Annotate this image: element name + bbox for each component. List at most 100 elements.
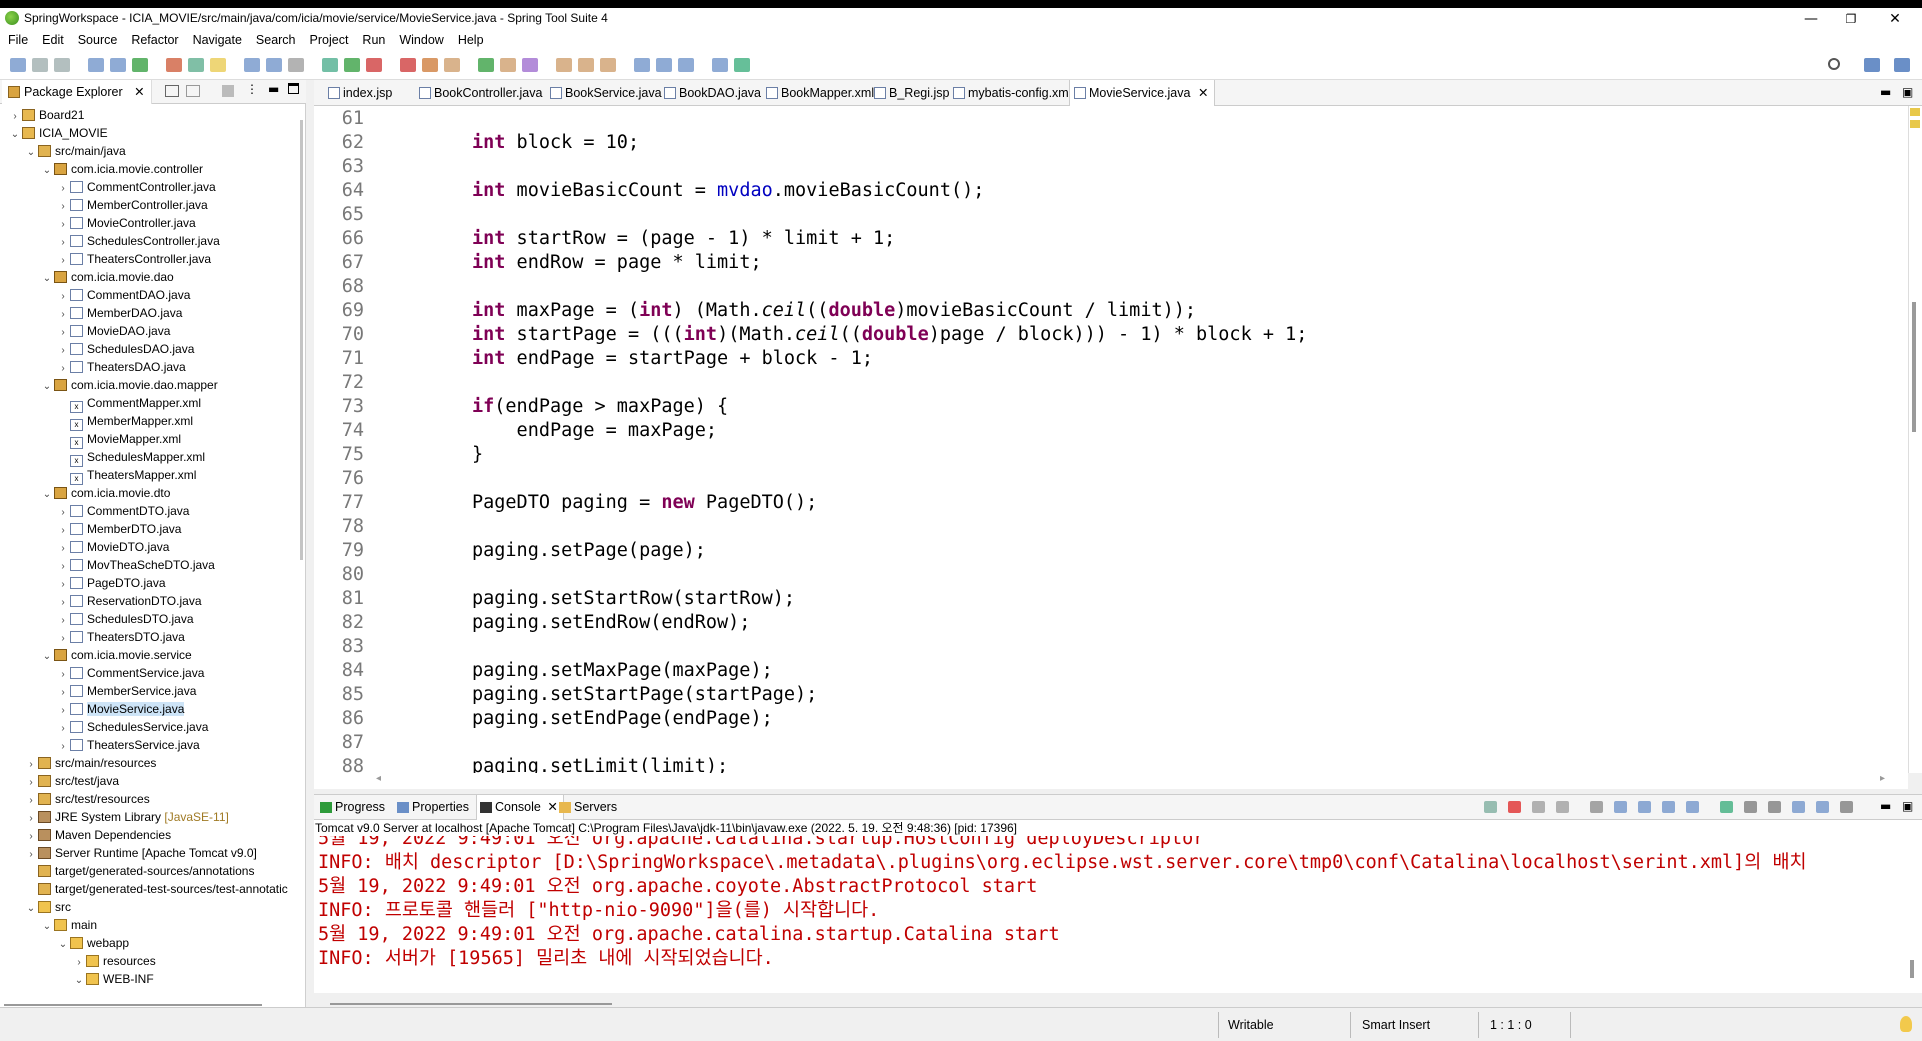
back-icon[interactable] (656, 58, 672, 72)
tree-item[interactable]: › Maven Dependencies (24, 826, 171, 844)
external-tools-icon[interactable] (400, 58, 416, 72)
block-selection-icon[interactable] (244, 58, 260, 72)
editor-tab[interactable]: B_Regi.jsp (870, 80, 949, 106)
tree-item[interactable]: › SchedulesController.java (56, 232, 219, 250)
display-console-icon[interactable] (1744, 801, 1757, 813)
open-type-icon[interactable] (500, 58, 516, 72)
tree-item[interactable]: › src/test/resources (24, 790, 149, 808)
tree-item[interactable]: x SchedulesMapper.xml (56, 448, 205, 467)
tree-item[interactable]: › Server Runtime [Apache Tomcat v9.0] (24, 844, 257, 862)
minimize-view-icon[interactable]: ▬ (1880, 799, 1891, 813)
status-insert-mode[interactable]: Smart Insert (1362, 1018, 1430, 1032)
tree-item[interactable]: › ReservationDTO.java (56, 592, 201, 610)
tree-item[interactable]: › CommentController.java (56, 178, 215, 196)
console-output[interactable]: 5월 19, 2022 9:49:01 오전 org.apache.catali… (314, 836, 1908, 993)
code-line[interactable]: int startRow = (page - 1) * limit + 1; (472, 228, 895, 249)
minimize-button[interactable]: — (1796, 10, 1826, 30)
expanded-chevron-icon[interactable]: ⌄ (40, 486, 54, 504)
coverage-icon[interactable] (188, 58, 204, 72)
pin-editor-icon[interactable] (712, 58, 728, 72)
minimize-view-icon[interactable]: ▬ (1880, 85, 1891, 99)
close-icon[interactable]: ✕ (1198, 80, 1208, 106)
search-icon[interactable] (322, 58, 338, 72)
bottom-panel-tab[interactable]: Progress (317, 795, 385, 820)
bottom-panel-tab[interactable]: Console ✕ (476, 795, 564, 820)
lightbulb-icon[interactable] (1900, 1016, 1912, 1032)
menu-file[interactable]: File (0, 30, 34, 50)
save-icon[interactable] (32, 58, 48, 72)
menu-edit[interactable]: Edit (34, 30, 70, 50)
refresh-icon[interactable] (1484, 801, 1497, 813)
show-whitespace-icon[interactable] (266, 58, 282, 72)
console-horizontal-scrollbar[interactable] (330, 1003, 612, 1005)
code-line[interactable]: int block = 10; (472, 132, 639, 153)
tree-item[interactable]: › src/test/java (24, 772, 119, 790)
stop-icon[interactable] (366, 58, 382, 72)
code-line[interactable]: endPage = maxPage; (472, 420, 718, 441)
pin-console-icon[interactable] (1720, 801, 1733, 813)
code-line[interactable]: paging.setStartRow(startRow); (472, 588, 795, 609)
code-editor[interactable]: 61 62 int block = 10; 63 64 int movieBasicCou… (314, 106, 1908, 773)
code-line[interactable]: paging.setStartPage(startPage); (472, 684, 817, 705)
search-icon[interactable] (1828, 58, 1840, 70)
maximize-view-icon[interactable] (288, 83, 299, 94)
new-icon[interactable] (10, 58, 26, 72)
tree-item[interactable]: › TheatersDTO.java (56, 628, 185, 646)
tree-item[interactable]: › MovieController.java (56, 214, 195, 232)
expanded-chevron-icon[interactable]: ⌄ (40, 648, 54, 666)
open-perspective-icon[interactable] (1864, 58, 1880, 72)
next-annotation-icon[interactable] (578, 58, 594, 72)
code-line[interactable]: int startPage = (((int)(Math.ceil((doubl… (472, 324, 1307, 345)
code-line[interactable]: int movieBasicCount = mvdao.movieBasicCo… (472, 180, 984, 201)
remove-all-icon[interactable] (1556, 801, 1569, 813)
minimize-view-icon[interactable]: ▬ (268, 82, 279, 96)
code-line[interactable]: paging.setPage(page); (472, 540, 706, 561)
toggle-mark-icon[interactable] (210, 58, 226, 72)
open-console-icon[interactable] (88, 58, 104, 72)
tree-item[interactable]: › CommentService.java (56, 664, 204, 682)
new-package-icon[interactable] (444, 58, 460, 72)
tree-item[interactable]: › MemberService.java (56, 682, 196, 700)
editor-tab[interactable]: index.jsp (324, 80, 392, 106)
tree-item[interactable]: › MemberDAO.java (56, 304, 182, 322)
menu-help[interactable]: Help (450, 30, 490, 50)
editor-tab[interactable]: BookDAO.java (660, 80, 761, 106)
new-java-project-icon[interactable] (422, 58, 438, 72)
code-line[interactable]: int endPage = startPage + block - 1; (472, 348, 873, 369)
search-dropdown-icon[interactable] (556, 58, 572, 72)
tree-item[interactable]: ⌄ com.icia.movie.service (40, 646, 192, 664)
expanded-chevron-icon[interactable]: ⌄ (40, 162, 54, 180)
editor-tab[interactable]: mybatis-config.xml (949, 80, 1072, 106)
show-stdout-icon[interactable] (1662, 801, 1675, 813)
bottom-panel-tab[interactable]: Properties (394, 795, 469, 820)
warning-marker-icon[interactable] (1910, 108, 1920, 116)
tree-item[interactable]: ⌄ com.icia.movie.dto (40, 484, 171, 504)
show-stderr-icon[interactable] (1686, 801, 1699, 813)
tree-item[interactable]: ⌄ com.icia.movie.dao (40, 268, 174, 286)
maximize-view-icon[interactable]: ▣ (1902, 799, 1913, 813)
scroll-left-icon[interactable]: ◂ (376, 773, 381, 784)
clear-console-icon[interactable] (1590, 801, 1603, 813)
copy-icon[interactable] (1792, 801, 1805, 813)
expanded-chevron-icon[interactable]: ⌄ (8, 126, 22, 144)
tree-item[interactable]: ⌄ main (40, 916, 97, 934)
terminate-icon[interactable] (1508, 801, 1521, 813)
tree-item[interactable]: › resources (72, 952, 155, 970)
open-task-icon[interactable] (522, 58, 538, 72)
close-button[interactable]: ✕ (1880, 10, 1910, 30)
code-line[interactable]: paging.setEndRow(endRow); (472, 612, 750, 633)
tree-item[interactable]: › SchedulesDTO.java (56, 610, 193, 628)
word-wrap-icon[interactable] (1638, 801, 1651, 813)
link-with-editor-icon[interactable] (186, 85, 200, 97)
editor-tab[interactable]: BookController.java (415, 80, 542, 106)
editor-tab[interactable]: BookService.java (546, 80, 662, 106)
tree-item[interactable]: › TheatersDAO.java (56, 358, 185, 376)
tree-item[interactable]: ⌄ com.icia.movie.controller (40, 160, 203, 178)
tree-item[interactable]: ⌄ WEB-INF (72, 970, 154, 986)
menu-source[interactable]: Source (70, 30, 124, 50)
code-line[interactable]: int endRow = page * limit; (472, 252, 762, 273)
menu-project[interactable]: Project (302, 30, 355, 50)
tree-item[interactable]: › CommentDAO.java (56, 286, 190, 304)
code-line[interactable]: paging.setLimit(limit); (472, 756, 728, 773)
open-perspective-icon[interactable] (734, 58, 750, 72)
